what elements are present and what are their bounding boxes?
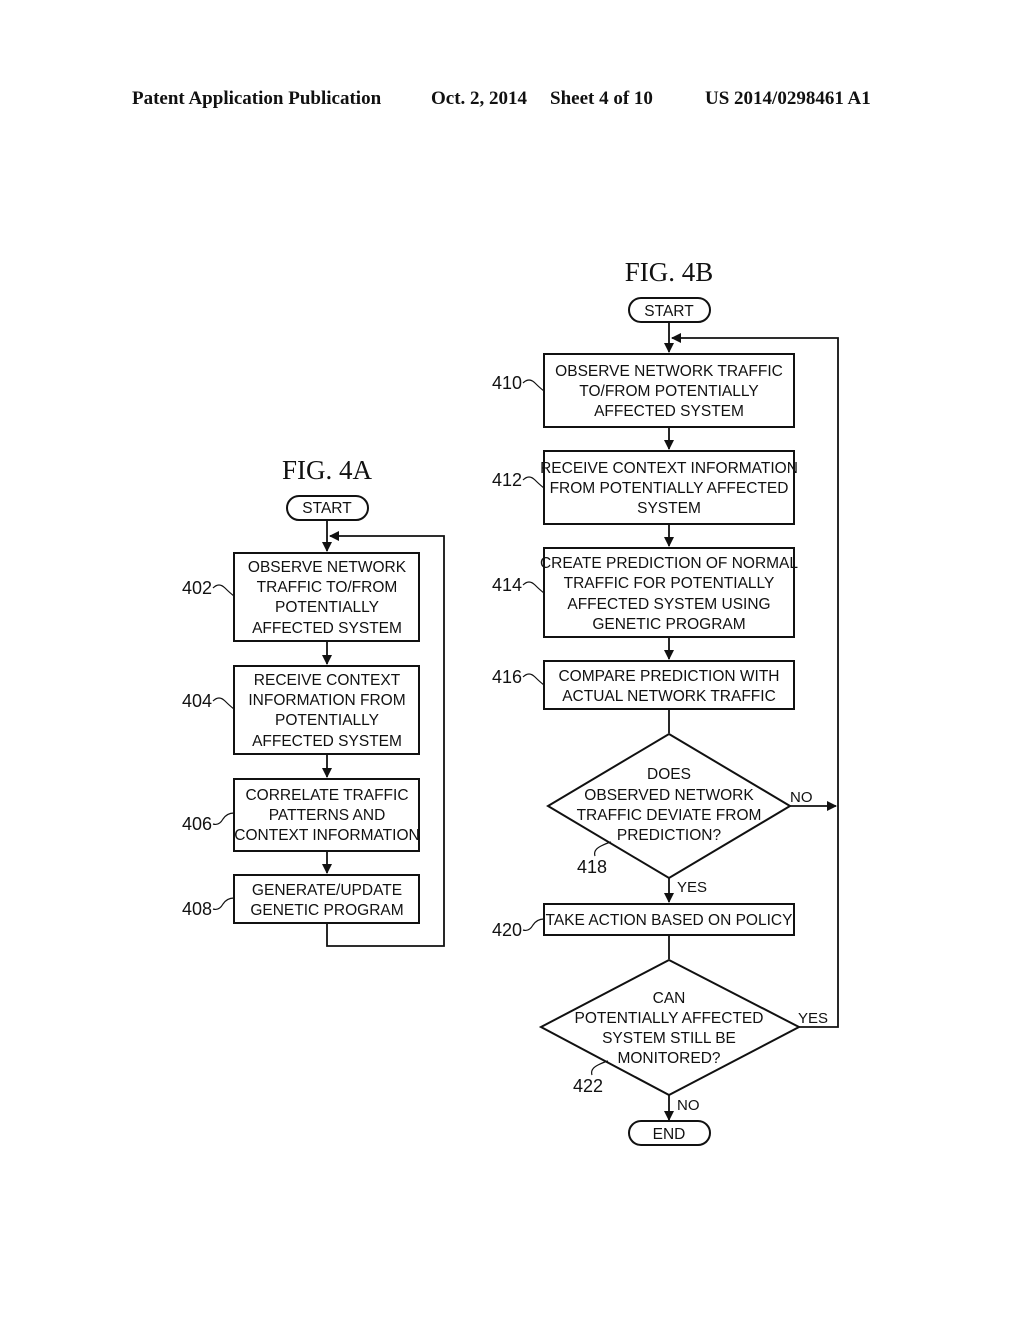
step-text: GENERATE/UPDATE: [252, 882, 402, 899]
step-text: CONTEXT INFORMATION: [234, 827, 419, 844]
yes-label: YES: [677, 879, 707, 896]
step-416: COMPARE PREDICTION WITH ACTUAL NETWORK T…: [492, 660, 795, 710]
leader-line: [594, 841, 612, 857]
step-text: OBSERVE NETWORK: [248, 559, 407, 576]
step-text: COMPARE PREDICTION WITH: [558, 668, 779, 685]
leader-line: [212, 584, 235, 597]
step-404: RECEIVE CONTEXT INFORMATION FROM POTENTI…: [182, 665, 420, 755]
leader-line: [522, 379, 545, 392]
step-406: CORRELATE TRAFFIC PATTERNS AND CONTEXT I…: [182, 778, 420, 852]
step-text: SYSTEM: [637, 500, 701, 517]
leader-line: [212, 897, 235, 911]
step-text: TRAFFIC TO/FROM: [257, 579, 398, 596]
ref-numeral: 412: [492, 470, 522, 490]
ref-numeral: 416: [492, 667, 522, 687]
decision-text: OBSERVED NETWORK: [584, 787, 754, 804]
no-label: NO: [790, 789, 813, 806]
decision-text: MONITORED?: [617, 1050, 720, 1067]
leader-line: [591, 1060, 609, 1076]
end-label: END: [653, 1126, 686, 1143]
step-text: TO/FROM POTENTIALLY: [579, 383, 758, 400]
step-text: AFFECTED SYSTEM: [252, 620, 402, 637]
step-text: CORRELATE TRAFFIC: [245, 787, 408, 804]
ref-numeral: 422: [573, 1076, 603, 1096]
ref-numeral: 410: [492, 373, 522, 393]
leader-line: [522, 673, 545, 686]
fig-4b-end: END: [628, 1120, 711, 1146]
decision-418: DOES OBSERVED NETWORK TRAFFIC DEVIATE FR…: [546, 732, 837, 903]
fig-4b-title: FIG. 4B: [625, 257, 714, 287]
decision-422: CAN POTENTIALLY AFFECTED SYSTEM STILL BE…: [538, 958, 828, 1121]
step-text: RECEIVE CONTEXT: [254, 672, 401, 689]
step-text: GENETIC PROGRAM: [592, 616, 745, 633]
ref-numeral: 414: [492, 575, 522, 595]
step-text: GENETIC PROGRAM: [250, 902, 403, 919]
decision-text: SYSTEM STILL BE: [602, 1030, 736, 1047]
step-text: INFORMATION FROM: [248, 692, 405, 709]
step-410: OBSERVE NETWORK TRAFFIC TO/FROM POTENTIA…: [492, 353, 795, 428]
step-402: OBSERVE NETWORK TRAFFIC TO/FROM POTENTIA…: [182, 552, 420, 642]
flowchart-figure: FIG. 4A START OBSERVE NETWORK TRAFFIC TO…: [182, 257, 839, 1146]
step-text: CREATE PREDICTION OF NORMAL: [540, 555, 798, 572]
step-text: ACTUAL NETWORK TRAFFIC: [562, 688, 776, 705]
leader-line: [522, 581, 545, 594]
step-text: OBSERVE NETWORK TRAFFIC: [555, 363, 783, 380]
start-label: START: [302, 500, 352, 517]
step-412: RECEIVE CONTEXT INFORMATION FROM POTENTI…: [492, 450, 798, 525]
step-text: TRAFFIC FOR POTENTIALLY: [564, 575, 775, 592]
leader-line: [212, 812, 235, 826]
ref-numeral: 404: [182, 691, 212, 711]
leader-line: [522, 918, 545, 932]
leader-line: [212, 697, 235, 710]
yes-label: YES: [798, 1010, 828, 1027]
step-text: AFFECTED SYSTEM: [594, 403, 744, 420]
fig-4a-start: START: [286, 495, 369, 521]
no-label: NO: [677, 1097, 700, 1114]
decision-text: CAN: [653, 990, 686, 1007]
leader-line: [522, 476, 545, 489]
decision-text: POTENTIALLY AFFECTED: [575, 1010, 764, 1027]
step-text: POTENTIALLY: [275, 712, 379, 729]
step-text: AFFECTED SYSTEM: [252, 733, 402, 750]
step-text: PATTERNS AND: [269, 807, 386, 824]
start-label: START: [644, 303, 694, 320]
step-text: FROM POTENTIALLY AFFECTED: [550, 480, 789, 497]
step-408: GENERATE/UPDATE GENETIC PROGRAM 408: [182, 874, 420, 924]
ref-numeral: 408: [182, 899, 212, 919]
step-text: POTENTIALLY: [275, 599, 379, 616]
step-text: AFFECTED SYSTEM USING: [567, 596, 770, 613]
fig-4a-title: FIG. 4A: [282, 455, 373, 485]
ref-numeral: 406: [182, 814, 212, 834]
ref-numeral: 402: [182, 578, 212, 598]
step-420: TAKE ACTION BASED ON POLICY 420: [492, 903, 795, 940]
fig-4b-start: START: [628, 297, 711, 323]
decision-text: PREDICTION?: [617, 827, 722, 844]
ref-numeral: 418: [577, 857, 607, 877]
fig-4b: FIG. 4B START OBSERVE NETWORK TRAFFIC TO…: [492, 257, 839, 1146]
fig-4a: FIG. 4A START OBSERVE NETWORK TRAFFIC TO…: [182, 455, 445, 947]
step-text: TAKE ACTION BASED ON POLICY: [546, 912, 793, 929]
step-414: CREATE PREDICTION OF NORMAL TRAFFIC FOR …: [492, 547, 798, 638]
decision-text: TRAFFIC DEVIATE FROM: [577, 807, 762, 824]
ref-numeral: 420: [492, 920, 522, 940]
step-text: RECEIVE CONTEXT INFORMATION: [540, 460, 798, 477]
decision-text: DOES: [647, 766, 691, 783]
